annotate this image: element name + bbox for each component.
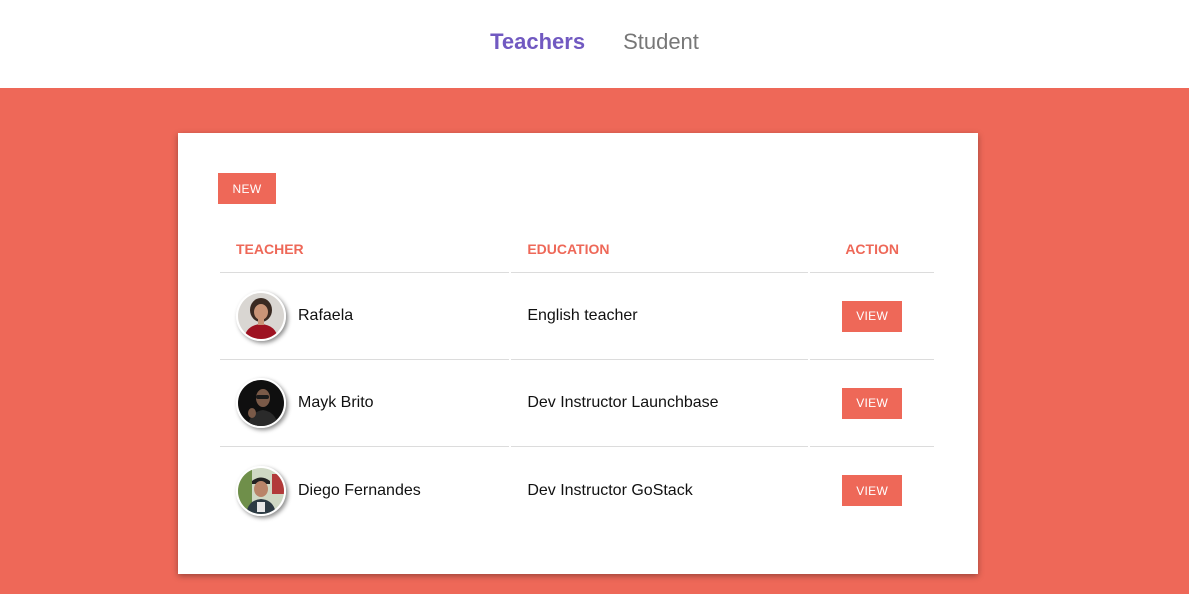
- avatar: [236, 378, 286, 428]
- teacher-cell: Diego Fernandes: [220, 447, 509, 534]
- table-header-row: TEACHER EDUCATION ACTION: [220, 225, 934, 273]
- avatar: [236, 291, 286, 341]
- teacher-cell: Mayk Brito: [220, 360, 510, 447]
- table-row: Rafaela English teacher VIEW: [220, 273, 934, 360]
- nav-link-teachers[interactable]: Teachers: [490, 29, 585, 55]
- teacher-name: Rafaela: [298, 307, 354, 324]
- avatar-photo-mayk: [238, 380, 284, 426]
- education-cell: Dev Instructor Launchbase: [511, 360, 809, 447]
- teacher-name: Diego Fernandes: [298, 481, 421, 499]
- top-nav: Teachers Student: [0, 0, 1189, 88]
- teacher-cell: Rafaela: [220, 273, 510, 360]
- main-background: NEW TEACHER EDUCATION ACTION Rafaela Eng…: [0, 88, 1189, 594]
- action-cell: VIEW: [810, 360, 934, 447]
- teacher-name: Mayk Brito: [298, 394, 374, 411]
- view-button[interactable]: VIEW: [842, 475, 903, 506]
- avatar-photo-rafaela: [238, 293, 284, 339]
- teachers-card: NEW TEACHER EDUCATION ACTION Rafaela Eng…: [178, 133, 978, 574]
- table-row: Mayk Brito Dev Instructor Launchbase VIE…: [220, 360, 934, 447]
- table-row: Diego Fernandes Dev Instructor GoStack V…: [220, 447, 934, 534]
- avatar-photo-diego: [238, 467, 284, 514]
- header-action: ACTION: [810, 225, 934, 273]
- avatar: [236, 465, 286, 516]
- new-teacher-button[interactable]: NEW: [218, 173, 276, 204]
- header-education: EDUCATION: [511, 225, 809, 273]
- education-cell: Dev Instructor GoStack: [527, 481, 693, 499]
- header-teacher: TEACHER: [220, 225, 510, 273]
- teachers-table: TEACHER EDUCATION ACTION Rafaela English…: [218, 225, 936, 534]
- view-button[interactable]: VIEW: [842, 300, 903, 332]
- education-cell: English teacher: [511, 273, 809, 360]
- view-button[interactable]: VIEW: [842, 387, 903, 419]
- action-cell: VIEW: [810, 447, 934, 534]
- action-cell: VIEW: [810, 273, 934, 360]
- nav-link-student[interactable]: Student: [623, 29, 699, 55]
